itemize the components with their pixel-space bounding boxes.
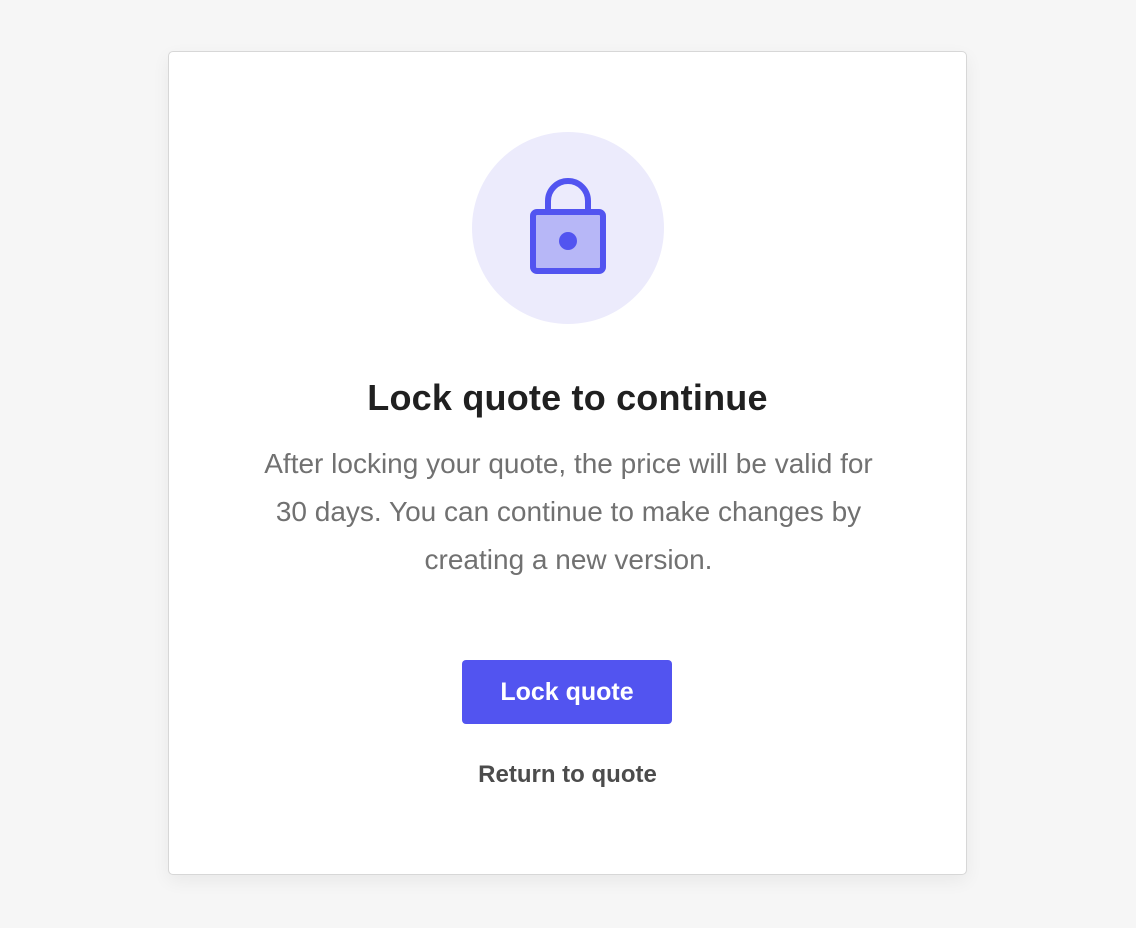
return-to-quote-link[interactable]: Return to quote <box>169 761 966 789</box>
lock-quote-button[interactable]: Lock quote <box>462 660 672 724</box>
lock-icon-circle <box>472 132 664 324</box>
lock-icon <box>530 178 606 274</box>
dialog-title: Lock quote to continue <box>367 377 768 418</box>
dialog-description: After locking your quote, the price will… <box>264 448 873 575</box>
lock-quote-dialog: Lock quote to continue After locking you… <box>168 51 967 875</box>
